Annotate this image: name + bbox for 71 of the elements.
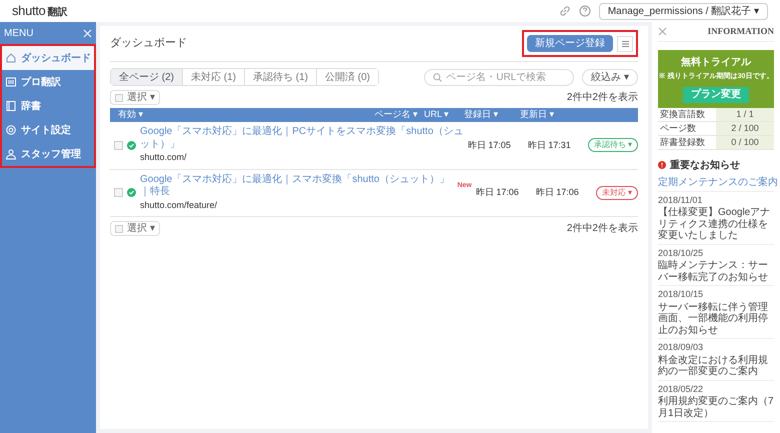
result-count: 2件中2件を表示: [566, 90, 638, 105]
select-dropdown[interactable]: 選択 ▾: [110, 90, 160, 105]
date-cell-text: 昨日 17:06: [536, 186, 580, 199]
news-date: 2018/05/22: [658, 382, 704, 396]
news-date: 2018/11/01: [658, 194, 704, 206]
menu-icon: [622, 40, 628, 46]
book-icon: [5, 100, 17, 112]
column-header[interactable]: URL ▾: [424, 108, 464, 122]
page-link[interactable]: Google「スマホ対応」に最適化｜PCサイトをスマホ変換「shutto（シュット）」: [140, 126, 464, 151]
link-icon: [558, 5, 571, 17]
row-checkbox[interactable]: [114, 140, 123, 150]
page-title: ダッシュボード: [110, 36, 187, 52]
alert-icon: [658, 161, 666, 169]
logo-text: shutto: [12, 2, 46, 20]
date-cell-text: 昨日 17:05: [468, 138, 512, 152]
column-header[interactable]: ページ名 ▾: [374, 108, 418, 122]
check-circle-icon: [127, 188, 136, 198]
check-circle-icon: [127, 140, 136, 150]
news-date: 2018/10/15: [658, 288, 704, 301]
news-text: 臨時メンテナンス：サーバー移転完了のお知らせ: [658, 260, 769, 283]
status-badge[interactable]: 未対応 ▾: [596, 186, 638, 200]
new-page-button[interactable]: 新規ページ登録: [527, 35, 613, 52]
news-date: 2018/09/03: [658, 341, 704, 354]
news-text: サーバー移転に伴う管理画面、一部機能の利用停止のお知らせ: [658, 302, 769, 336]
search-field[interactable]: ページ名・URLで検索: [424, 68, 574, 86]
grid-icon: [5, 76, 17, 88]
row-checkbox[interactable]: [114, 188, 123, 198]
url-text: shutto.com/feature/: [140, 198, 218, 212]
search-icon: [433, 72, 442, 82]
sidebar-item[interactable]: プロ翻訳: [2, 70, 94, 94]
stat-value: 0 / 100: [716, 136, 774, 148]
help-icon: [578, 5, 591, 17]
sidebar-item[interactable]: サイト設定: [2, 118, 94, 142]
news-date: 2018/10/25: [658, 246, 704, 260]
select-dropdown[interactable]: 選択 ▾: [110, 221, 160, 236]
logo-suffix: 翻訳: [47, 6, 68, 20]
news-text: 利用規約変更のご案内（7月1日改定）: [658, 396, 774, 419]
close-icon: [83, 28, 92, 38]
refine-dropdown[interactable]: 絞込み ▾: [582, 68, 638, 86]
plan-change-button[interactable]: プラン変更: [683, 86, 749, 102]
house-icon: [5, 52, 17, 64]
menu-button[interactable]: [617, 36, 633, 52]
close-icon: [658, 27, 667, 36]
date-cell-text: 昨日 17:06: [476, 186, 520, 199]
column-header[interactable]: 登録日 ▾: [464, 108, 520, 122]
stat-value: 1 / 1: [716, 108, 774, 120]
column-header[interactable]: 有効 ▾: [118, 108, 374, 122]
column-header[interactable]: 更新日 ▾: [520, 108, 576, 122]
filter-tab[interactable]: 全ページ (2): [111, 69, 183, 85]
sidebar-item[interactable]: ダッシュボード: [2, 46, 94, 70]
stat-value: 2 / 100: [716, 122, 774, 134]
page-link[interactable]: Google「スマホ対応」に最適化｜スマホ変換「shutto（シュット）」｜特長: [140, 174, 454, 198]
url-text: shutto.com/: [140, 151, 188, 164]
date-cell-text: 昨日 17:31: [528, 138, 572, 152]
panel-title: INFORMATION: [708, 24, 774, 38]
person-icon: [5, 148, 17, 160]
stat-label: 辞書登録数: [659, 136, 706, 148]
sidebar-item[interactable]: スタッフ管理: [2, 142, 94, 166]
account-dropdown[interactable]: Manage_permissions / 翻訳花子 ▾: [598, 2, 768, 20]
gear-icon: [5, 124, 17, 136]
status-badge[interactable]: 承認待ち ▾: [588, 138, 638, 152]
news-text: 【仕様変更】Googleアナリティクス連携の仕様を変更いたしました: [658, 207, 772, 242]
close-button[interactable]: [658, 27, 667, 36]
menu-title: MENU: [4, 26, 34, 40]
news-text: 料金改定における利用規約の一部変更のご案内: [658, 354, 769, 378]
notice-title: 重要なお知らせ: [670, 158, 740, 172]
stat-label: 変換言語数: [659, 108, 706, 120]
trial-title: 無料トライアル: [681, 56, 751, 70]
result-count: 2件中2件を表示: [566, 222, 638, 236]
stat-label: ページ数: [659, 122, 697, 134]
sidebar-item[interactable]: 辞書: [2, 94, 94, 118]
